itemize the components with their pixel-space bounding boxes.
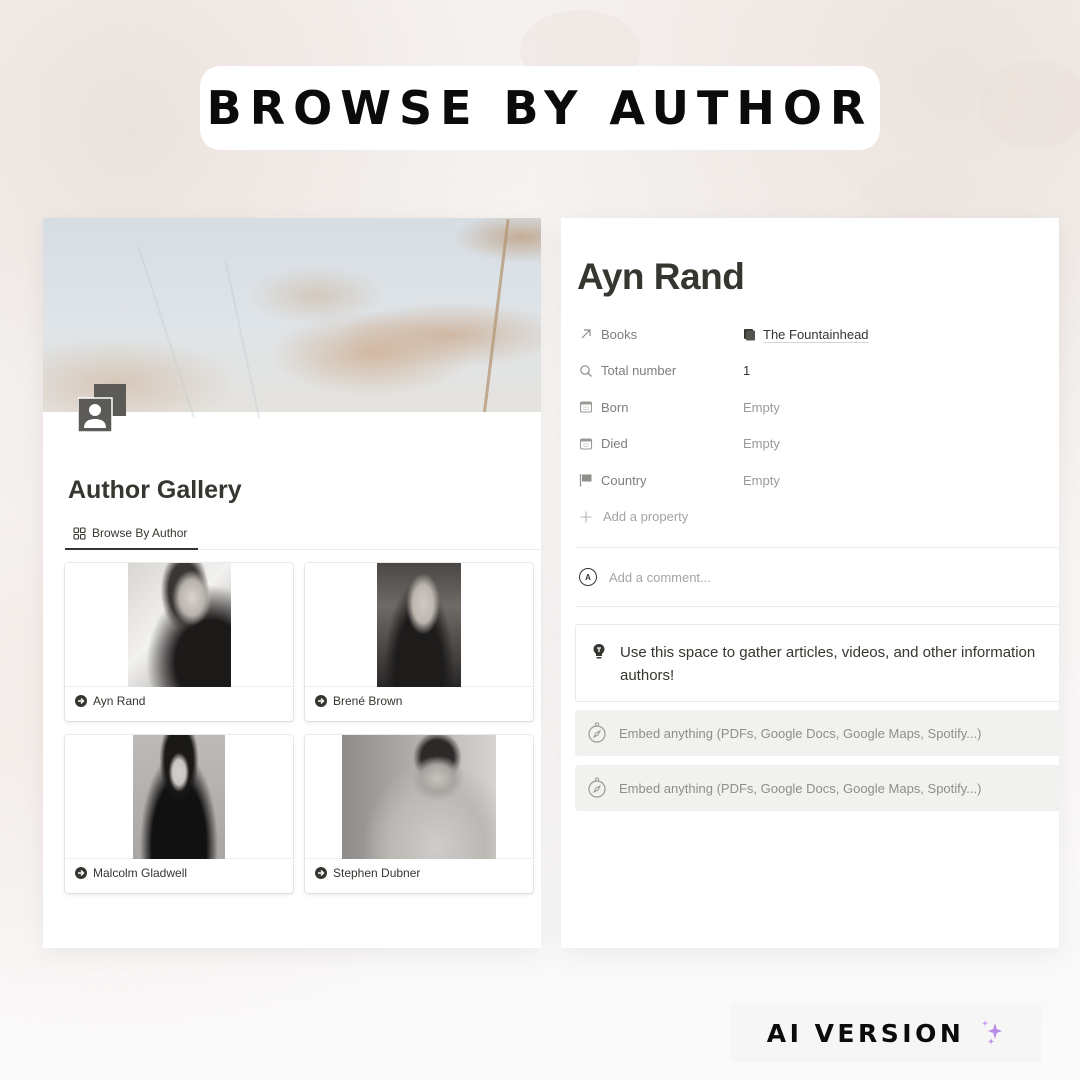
arrow-right-circle-icon — [315, 695, 327, 707]
author-name: Brené Brown — [333, 694, 403, 708]
comment-input[interactable]: A Add a comment... — [579, 568, 711, 586]
tab-label: Browse By Author — [92, 526, 188, 540]
property-total-number[interactable]: Total number 1 — [579, 353, 1059, 390]
property-list: Books The Fountainhead Total number 1 Bo… — [579, 316, 1059, 535]
divider — [575, 547, 1059, 548]
property-country[interactable]: Country Empty — [579, 462, 1059, 499]
arrow-right-circle-icon — [315, 867, 327, 879]
author-photo — [133, 735, 225, 859]
gallery-card[interactable]: Ayn Rand — [65, 563, 293, 721]
property-books[interactable]: Books The Fountainhead — [579, 316, 1059, 353]
comment-placeholder: Add a comment... — [609, 569, 711, 585]
relation-arrow-icon — [581, 329, 591, 339]
sparkles-icon — [982, 1020, 1003, 1045]
plus-icon — [580, 511, 592, 523]
add-property-label: Add a property — [603, 509, 689, 525]
view-tabs: Browse By Author — [65, 518, 541, 550]
property-label: Born — [601, 399, 629, 415]
card-cover — [65, 563, 293, 687]
background-decoration — [980, 60, 1080, 150]
badge-label: AI VERSION — [766, 1018, 965, 1048]
compass-icon — [588, 777, 606, 798]
gallery-card[interactable]: Malcolm Gladwell — [65, 735, 293, 893]
gallery-card[interactable]: Stephen Dubner — [305, 735, 533, 893]
arrow-right-circle-icon — [75, 867, 87, 879]
embed-label: Embed anything (PDFs, Google Docs, Googl… — [619, 780, 982, 796]
related-book-link[interactable]: The Fountainhead — [763, 327, 869, 342]
card-title: Stephen Dubner — [315, 866, 420, 880]
embed-block[interactable]: Embed anything (PDFs, Google Docs, Googl… — [575, 710, 1059, 756]
card-title: Ayn Rand — [75, 694, 145, 708]
author-name: Stephen Dubner — [333, 866, 421, 880]
callout-text: Use this space to gather articles, video… — [620, 644, 1036, 684]
tab-browse-by-author[interactable]: Browse By Author — [65, 518, 198, 550]
author-gallery-page: Author Gallery Browse By Author Ayn Rand — [43, 218, 541, 948]
property-value[interactable]: Empty — [743, 473, 780, 488]
divider — [575, 606, 1059, 607]
card-cover — [305, 563, 533, 687]
author-name: Ayn Rand — [93, 694, 146, 708]
arrow-right-circle-icon — [75, 695, 87, 707]
property-value[interactable]: Empty — [743, 400, 780, 415]
flag-icon — [579, 474, 592, 487]
property-label: Country — [601, 472, 647, 488]
banner-title: BROWSE BY AUTHOR — [206, 81, 874, 135]
avatar: A — [579, 568, 597, 586]
author-name: Malcolm Gladwell — [93, 866, 188, 880]
ai-version-badge: AI VERSION — [731, 1004, 1042, 1062]
embed-label: Embed anything (PDFs, Google Docs, Googl… — [619, 725, 982, 741]
add-property-button[interactable]: Add a property — [579, 499, 1059, 536]
card-cover — [65, 735, 293, 859]
property-label: Books — [601, 326, 638, 342]
page-title: Ayn Rand — [577, 256, 745, 297]
author-detail-page: Ayn Rand Books The Fountainhead Total nu… — [561, 218, 1059, 948]
rollup-search-icon — [580, 364, 592, 377]
property-label: Died — [601, 436, 628, 452]
lightbulb-icon — [593, 644, 605, 659]
property-value: 1 — [743, 363, 751, 379]
callout-block[interactable]: Use this space to gather articles, video… — [575, 624, 1059, 702]
property-value[interactable]: Empty — [743, 436, 780, 451]
background-decoration — [860, 160, 980, 220]
card-title: Brené Brown — [315, 694, 402, 708]
contact-card-icon[interactable] — [78, 384, 128, 434]
title-banner: BROWSE BY AUTHOR — [200, 66, 880, 150]
page-cover-image — [43, 218, 541, 419]
card-cover — [305, 735, 533, 859]
author-photo — [342, 735, 496, 859]
gallery-grid-icon — [73, 526, 86, 540]
embed-block[interactable]: Embed anything (PDFs, Google Docs, Googl… — [575, 765, 1059, 811]
property-born[interactable]: Born Empty — [579, 389, 1059, 426]
compass-icon — [588, 722, 606, 743]
property-label: Total number — [601, 363, 677, 379]
book-icon — [744, 328, 755, 341]
author-photo — [377, 563, 461, 687]
property-died[interactable]: Died Empty — [579, 426, 1059, 463]
gallery-card[interactable]: Brené Brown — [305, 563, 533, 721]
author-photo — [128, 563, 231, 687]
card-title: Malcolm Gladwell — [75, 866, 187, 880]
calendar-icon — [579, 401, 593, 413]
page-title: Author Gallery — [68, 476, 242, 504]
calendar-icon — [579, 438, 593, 450]
